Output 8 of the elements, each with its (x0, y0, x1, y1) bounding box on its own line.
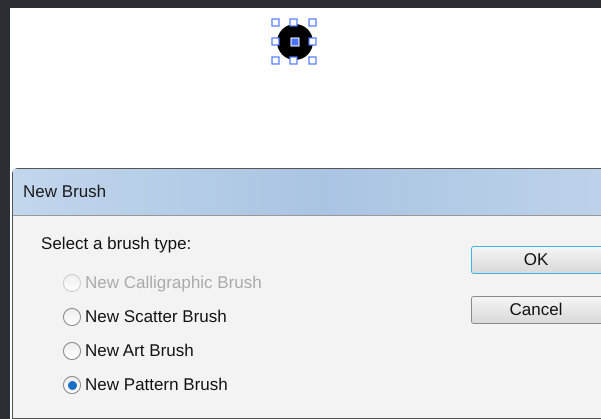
radio-option[interactable]: New Pattern Brush (63, 372, 228, 398)
radio-option[interactable]: New Scatter Brush (63, 304, 227, 330)
selected-shape-drawing[interactable] (270, 18, 318, 66)
prompt-label: Select a brush type: (41, 233, 192, 255)
dialog-button[interactable]: Cancel (471, 296, 601, 324)
window-title: New Brush (23, 181, 106, 204)
radio-option[interactable]: New Art Brush (63, 338, 194, 364)
dialog-button[interactable]: OK (471, 246, 601, 274)
